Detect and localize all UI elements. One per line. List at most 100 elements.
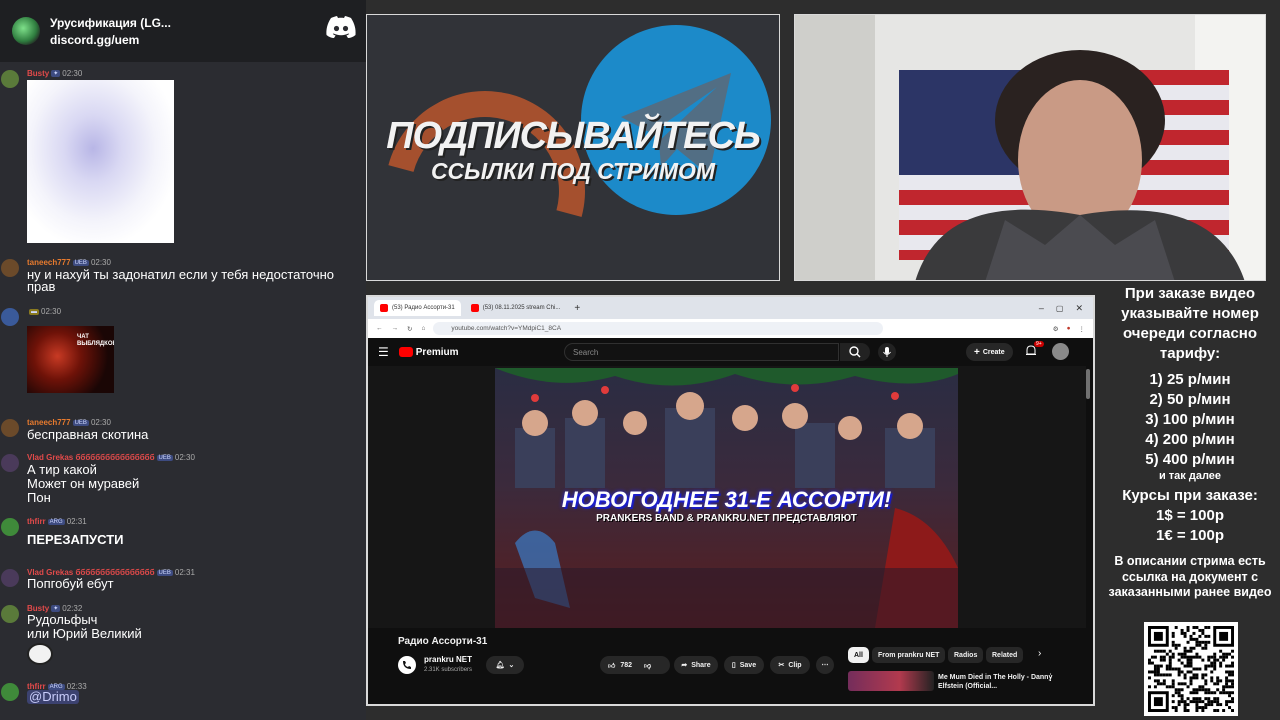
back-icon[interactable]: ← bbox=[376, 325, 383, 332]
server-name: Урусификация (LG... bbox=[50, 15, 171, 30]
video-info: Радио Ассорти-31 prankru NET 2.31K subsc… bbox=[368, 628, 1086, 704]
search-input[interactable]: Search bbox=[564, 343, 839, 361]
recommended-video-title[interactable]: Me Mum Died in The Holly - Danny Elfstei… bbox=[938, 673, 1058, 691]
timestamp: 02:31 bbox=[66, 517, 87, 526]
document-note: В описании стрима есть ссылка на докумен… bbox=[1108, 554, 1272, 599]
share-button[interactable]: ➦ Share bbox=[674, 656, 718, 674]
avatar bbox=[1, 454, 19, 472]
maximize-icon[interactable]: ▢ bbox=[1056, 304, 1064, 313]
message-text: Попгобуй ебут bbox=[27, 576, 114, 591]
hamburger-menu-icon[interactable]: ☰ bbox=[378, 345, 389, 359]
profile-icon[interactable]: ● bbox=[1067, 325, 1071, 332]
page-scrollbar[interactable] bbox=[1086, 369, 1090, 399]
qr-code-pattern bbox=[1148, 626, 1234, 712]
browser-tab[interactable]: (53) Радио Ассорти-31 bbox=[374, 300, 461, 316]
video-player[interactable]: НОВОГОДНЕЕ 31-Е АССОРТИ! PRANKERS BAND &… bbox=[368, 366, 1086, 628]
save-button[interactable]: ▯ Save bbox=[724, 656, 764, 674]
avatar bbox=[1, 70, 19, 88]
reload-icon[interactable]: ↻ bbox=[407, 325, 412, 333]
close-icon[interactable]: ✕ bbox=[1075, 303, 1083, 314]
channel-avatar[interactable] bbox=[398, 656, 416, 674]
chip-radios[interactable]: Radios bbox=[948, 647, 984, 663]
search-button[interactable] bbox=[840, 343, 870, 361]
youtube-favicon-icon bbox=[470, 304, 479, 312]
role-badge: ✦ bbox=[51, 70, 61, 78]
bookmark-icon: ▯ bbox=[731, 662, 736, 669]
recommended-video-thumbnail[interactable] bbox=[848, 671, 934, 691]
youtube-play-icon bbox=[398, 347, 413, 357]
banner-title: ПОДПИСЫВАЙТЕСЬ bbox=[386, 115, 761, 157]
message-text: А тир какой bbox=[27, 462, 97, 477]
clip-label: Clip bbox=[788, 661, 802, 669]
message-text: Рудольфыч bbox=[27, 612, 98, 627]
channel-name[interactable]: prankru NET bbox=[424, 655, 472, 664]
create-button[interactable]: + Create bbox=[966, 343, 1013, 361]
extensions-icon[interactable]: ⚙ bbox=[1053, 325, 1059, 333]
username[interactable]: Busty bbox=[27, 69, 49, 78]
like-count: 782 bbox=[620, 661, 633, 669]
role-badge: ARG bbox=[47, 518, 65, 525]
account-avatar[interactable] bbox=[1052, 343, 1069, 360]
message-text: или Юрий Великий bbox=[27, 626, 142, 641]
more-vertical-icon[interactable]: ⋮ bbox=[1046, 672, 1055, 683]
youtube-logo[interactable]: Premium bbox=[398, 347, 459, 358]
tab-label: (53) 08.11.2025 stream Chi... bbox=[482, 305, 561, 311]
username[interactable]: taneech777 bbox=[27, 258, 71, 267]
price-item: 1) 25 р/мин bbox=[1149, 371, 1231, 388]
new-tab-icon[interactable]: + bbox=[574, 303, 580, 314]
timestamp: 02:30 bbox=[90, 418, 111, 427]
user-mention[interactable]: @Drimo bbox=[27, 690, 79, 704]
scissors-icon: ✂ bbox=[778, 662, 785, 669]
message-meta: taneech777 UEB 02:30 bbox=[27, 418, 111, 427]
forward-icon[interactable]: → bbox=[392, 325, 399, 332]
price-list: 1) 25 р/мин 2) 50 р/мин 3) 100 р/мин 4) … bbox=[1100, 370, 1280, 470]
create-label: Create bbox=[982, 348, 1005, 356]
meme-caption: ЧАТ ВЫБЛЯДКОВ bbox=[77, 334, 114, 347]
chip-related[interactable]: Related bbox=[986, 647, 1024, 663]
banner-subtitle: ССЫЛКИ ПОД СТРИМОМ bbox=[430, 158, 716, 184]
more-actions-button[interactable]: ⋯ bbox=[816, 656, 834, 674]
username[interactable]: Vlad Grekas бббббббббббббббб bbox=[27, 453, 155, 462]
order-intro: При заказе видео указывайте номер очеред… bbox=[1121, 285, 1259, 362]
thumbs-down-icon: 👎︎ bbox=[644, 662, 652, 670]
phone-icon bbox=[403, 661, 411, 669]
rate-item: 1$ = 100р bbox=[1156, 507, 1224, 524]
message-text: ПЕРЕЗАПУСТИ bbox=[27, 532, 124, 547]
browser-tab[interactable]: (53) 08.11.2025 stream Chi... bbox=[465, 300, 567, 316]
message-meta: thfirr ARG 02:31 bbox=[27, 517, 87, 526]
attached-image-meme[interactable]: ЧАТ ВЫБЛЯДКОВ bbox=[27, 326, 114, 393]
chat-header: Урусификация (LG... discord.gg/uem bbox=[0, 0, 366, 62]
message-meta: ▬ 02:30 bbox=[27, 307, 61, 316]
emoji-clown bbox=[27, 643, 53, 665]
menu-icon[interactable]: ⋮ bbox=[1079, 325, 1086, 333]
youtube-favicon-icon bbox=[380, 304, 388, 312]
home-icon[interactable]: ⌂ bbox=[421, 325, 425, 332]
minimize-icon[interactable]: – bbox=[1039, 303, 1044, 313]
price-more-note: и так далее bbox=[1158, 470, 1222, 482]
chevron-down-icon: ⌄ bbox=[508, 662, 515, 669]
video-thumbnail[interactable]: НОВОГОДНЕЕ 31-Е АССОРТИ! PRANKERS BAND &… bbox=[495, 368, 958, 628]
username[interactable]: taneech777 bbox=[27, 418, 71, 427]
clip-button[interactable]: ✂ Clip bbox=[770, 656, 810, 674]
browser-tab-bar: (53) Радио Ассорти-31 (53) 08.11.2025 st… bbox=[368, 297, 1093, 319]
chevron-right-icon[interactable]: › bbox=[1038, 648, 1041, 659]
voice-search-button[interactable] bbox=[878, 343, 896, 361]
timestamp: 02:30 bbox=[41, 307, 62, 316]
tab-label: (53) Радио Ассорти-31 bbox=[392, 305, 455, 311]
price-item: 4) 200 р/мин bbox=[1145, 431, 1235, 448]
attached-image-baby[interactable] bbox=[27, 80, 174, 243]
webcam-feed bbox=[794, 14, 1266, 281]
subscription-bell-button[interactable]: 🔔︎ ⌄ bbox=[486, 656, 524, 674]
chip-from-channel[interactable]: From prankru NET bbox=[872, 647, 946, 663]
avatar bbox=[1, 569, 19, 587]
like-button[interactable]: 👍︎ 782 👎︎ bbox=[600, 656, 670, 674]
chip-all[interactable]: All bbox=[848, 647, 869, 663]
rates-title: Курсы при заказе: bbox=[1122, 487, 1258, 504]
message-meta: Busty ✦ 02:30 bbox=[27, 69, 82, 78]
url-input[interactable]: youtube.com/watch?v=YMdpiC1_8CA bbox=[433, 322, 884, 335]
message-text: ну и нахуй ты задонатил если у тебя недо… bbox=[27, 267, 335, 282]
server-invite-link[interactable]: discord.gg/uem bbox=[50, 33, 171, 47]
timestamp: 02:31 bbox=[174, 568, 195, 577]
avatar bbox=[1, 518, 19, 536]
username[interactable]: thfirr bbox=[27, 517, 46, 526]
